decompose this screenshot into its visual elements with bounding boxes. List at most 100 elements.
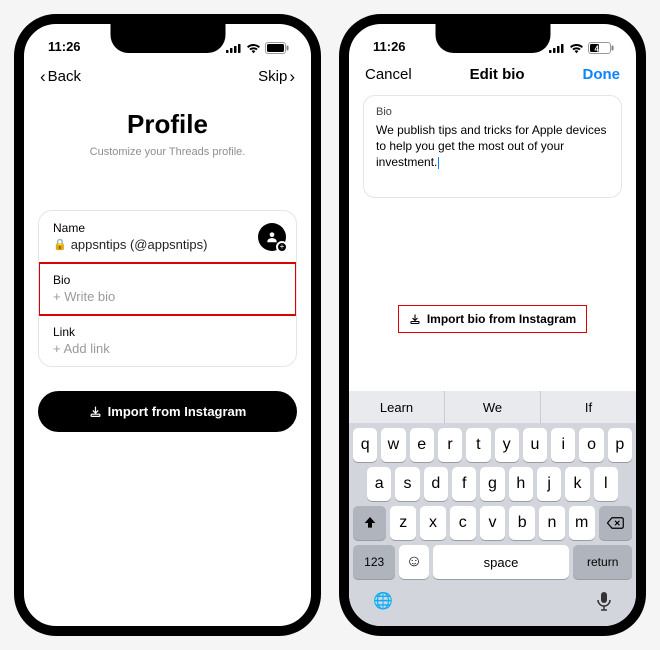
bio-row[interactable]: Bio + Write bio (39, 263, 296, 315)
phone-edit-bio-screen: 11:26 42 Cancel Edit bio Done Bio We pub… (339, 14, 646, 636)
key-j[interactable]: j (537, 467, 561, 501)
key-g[interactable]: g (480, 467, 504, 501)
import-icon (89, 405, 102, 418)
title-block: Profile Customize your Threads profile. (24, 109, 311, 158)
key-l[interactable]: l (594, 467, 618, 501)
name-row[interactable]: Name 🔒 appsntips (@appsntips) + (39, 211, 296, 263)
name-label: Name (53, 221, 282, 235)
page-title: Profile (24, 109, 311, 140)
key-space[interactable]: space (433, 545, 570, 579)
suggestion[interactable]: We (445, 391, 541, 423)
device-notch (435, 23, 550, 53)
bio-placeholder: + Write bio (53, 289, 282, 304)
import-bio-from-instagram-button[interactable]: Import bio from Instagram (399, 306, 586, 332)
key-v[interactable]: v (480, 506, 506, 540)
avatar-add-button[interactable]: + (258, 223, 286, 251)
key-r[interactable]: r (438, 428, 462, 462)
battery-icon (265, 42, 289, 54)
text-caret (438, 157, 439, 169)
back-label: Back (48, 68, 81, 85)
key-i[interactable]: i (551, 428, 575, 462)
globe-icon: 🌐 (373, 593, 393, 610)
key-h[interactable]: h (509, 467, 533, 501)
edit-bio-title: Edit bio (470, 66, 525, 83)
suggestion[interactable]: If (541, 391, 636, 423)
key-backspace[interactable] (599, 506, 632, 540)
keyboard-suggestions: Learn We If (349, 391, 636, 423)
keyboard-bottom-bar: 🌐 (349, 587, 636, 626)
ios-keyboard: Learn We If q w e r t y u i o p a s d f … (349, 391, 636, 626)
import-from-instagram-button[interactable]: Import from Instagram (38, 391, 297, 432)
edit-bio-nav: Cancel Edit bio Done (349, 54, 636, 91)
key-d[interactable]: d (424, 467, 448, 501)
key-a[interactable]: a (367, 467, 391, 501)
key-123[interactable]: 123 (353, 545, 395, 579)
done-button[interactable]: Done (582, 66, 620, 83)
lock-icon: 🔒 (53, 238, 67, 251)
key-c[interactable]: c (450, 506, 476, 540)
wifi-icon (569, 43, 584, 54)
key-m[interactable]: m (569, 506, 595, 540)
skip-button[interactable]: Skip › (258, 68, 295, 85)
keyboard-row-3: z x c v b n m (349, 501, 636, 540)
suggestion[interactable]: Learn (349, 391, 445, 423)
key-return[interactable]: return (573, 545, 632, 579)
cancel-button[interactable]: Cancel (365, 66, 412, 83)
key-s[interactable]: s (395, 467, 419, 501)
cellular-signal-icon (549, 43, 565, 53)
bio-editor-card[interactable]: Bio We publish tips and tricks for Apple… (363, 95, 622, 198)
key-o[interactable]: o (579, 428, 603, 462)
chevron-right-icon: › (289, 68, 295, 85)
cellular-signal-icon (226, 43, 242, 53)
bio-textarea[interactable]: We publish tips and tricks for Apple dev… (376, 122, 609, 171)
svg-text:42: 42 (595, 44, 604, 53)
profile-card: Name 🔒 appsntips (@appsntips) + Bio + Wr… (38, 210, 297, 367)
bio-label: Bio (53, 273, 282, 287)
phone-profile-screen: 11:26 ‹ Back Skip › Profile Customize yo… (14, 14, 321, 636)
key-f[interactable]: f (452, 467, 476, 501)
status-time: 11:26 (48, 39, 81, 54)
mic-icon (596, 591, 612, 611)
link-label: Link (53, 325, 282, 339)
key-emoji[interactable]: ☺ (399, 545, 428, 579)
key-shift[interactable] (353, 506, 386, 540)
import-inline-wrap: Import bio from Instagram (349, 306, 636, 332)
shift-icon (362, 515, 378, 531)
nav-bar: ‹ Back Skip › (24, 54, 311, 91)
wifi-icon (246, 43, 261, 54)
key-x[interactable]: x (420, 506, 446, 540)
keyboard-row-2: a s d f g h j k l (349, 462, 636, 501)
back-button[interactable]: ‹ Back (40, 68, 81, 85)
key-q[interactable]: q (353, 428, 377, 462)
dictation-button[interactable] (596, 591, 612, 616)
backspace-icon (606, 516, 624, 530)
key-y[interactable]: y (495, 428, 519, 462)
chevron-left-icon: ‹ (40, 68, 46, 85)
name-value: 🔒 appsntips (@appsntips) (53, 237, 282, 252)
key-b[interactable]: b (509, 506, 535, 540)
status-right: 42 (549, 42, 614, 54)
link-placeholder: + Add link (53, 341, 282, 356)
keyboard-row-4: 123 ☺ space return (349, 540, 636, 587)
status-right (226, 42, 289, 54)
key-w[interactable]: w (381, 428, 405, 462)
import-icon (409, 313, 421, 325)
keyboard-row-1: q w e r t y u i o p (349, 423, 636, 462)
device-notch (110, 23, 225, 53)
plus-badge-icon: + (276, 241, 288, 253)
key-u[interactable]: u (523, 428, 547, 462)
skip-label: Skip (258, 68, 287, 85)
emoji-icon: ☺ (406, 553, 422, 571)
key-k[interactable]: k (565, 467, 589, 501)
bio-label: Bio (376, 106, 609, 118)
page-subtitle: Customize your Threads profile. (24, 146, 311, 158)
key-n[interactable]: n (539, 506, 565, 540)
key-t[interactable]: t (466, 428, 490, 462)
link-row[interactable]: Link + Add link (39, 315, 296, 366)
key-z[interactable]: z (390, 506, 416, 540)
battery-icon: 42 (588, 42, 614, 54)
key-e[interactable]: e (410, 428, 434, 462)
key-p[interactable]: p (608, 428, 632, 462)
globe-button[interactable]: 🌐 (373, 591, 393, 616)
status-time: 11:26 (373, 39, 406, 54)
